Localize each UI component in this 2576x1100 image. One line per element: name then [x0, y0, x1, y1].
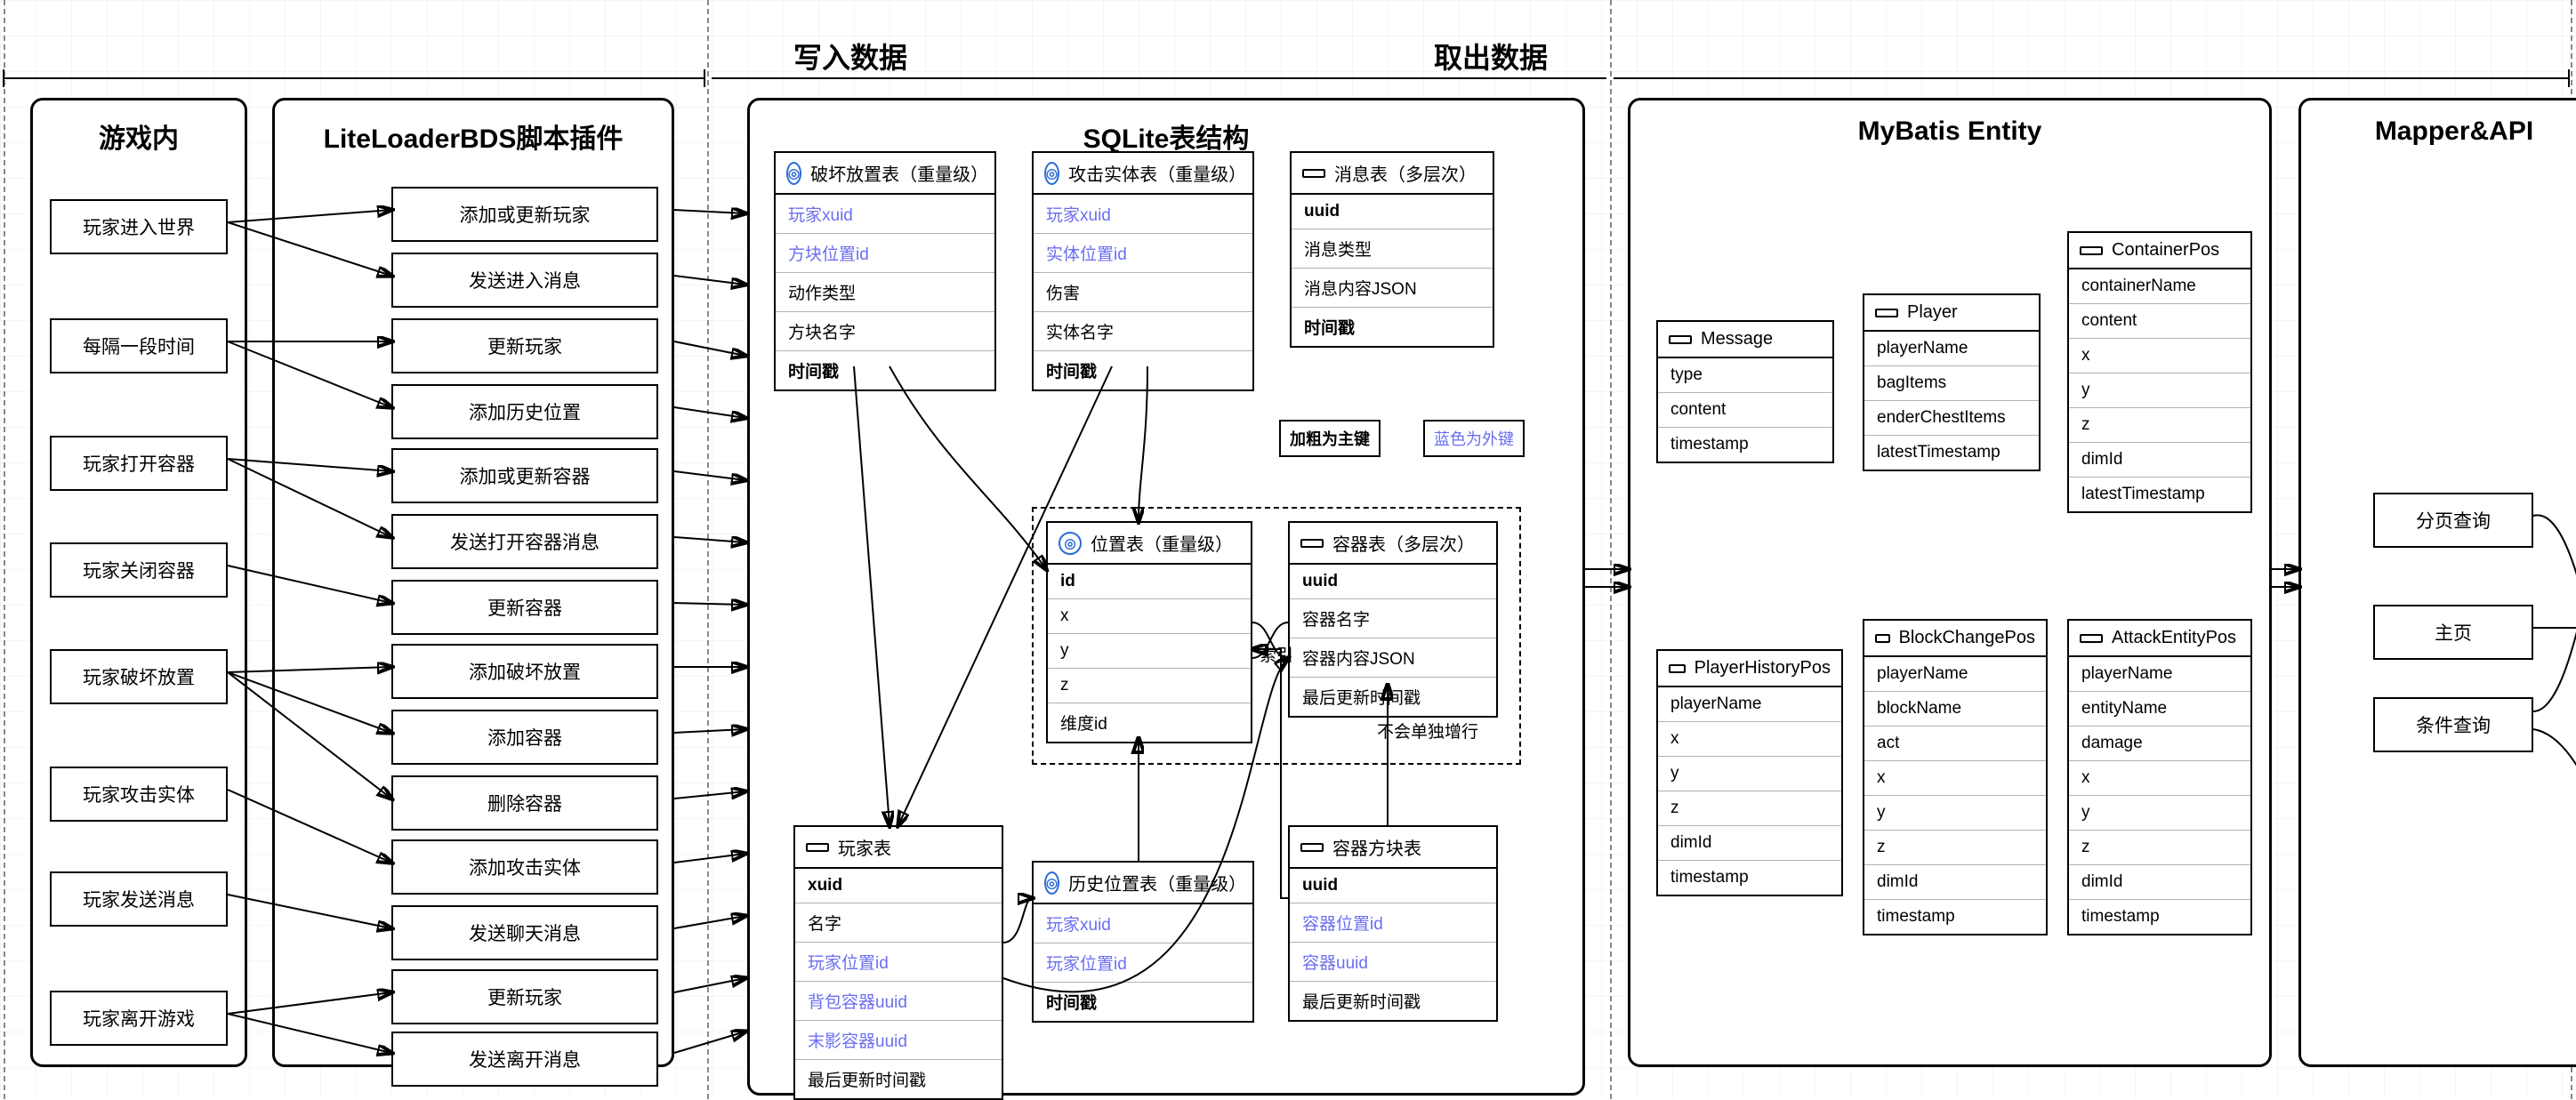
ent-block-change-pos[interactable]: BlockChangePos playerName blockName act …	[1863, 619, 2048, 935]
label-index: 索引	[1260, 642, 1293, 666]
tbl-break-place[interactable]: ◎破坏放置表（重量级） 玩家xuid 方块位置id 动作类型 方块名字 时间戳	[774, 151, 996, 391]
class-icon	[2080, 246, 2103, 255]
heading-read: 取出数据	[1434, 36, 1548, 76]
class-icon	[1669, 664, 1686, 673]
panel-mapper-title: Mapper&API	[2301, 100, 2576, 156]
tbl-container-block[interactable]: 容器方块表 uuid 容器位置id 容器uuid 最后更新时间戳	[1288, 825, 1498, 1022]
label-no-inc: 不会单独增行	[1377, 719, 1478, 743]
panel-plugin-title: LiteLoaderBDS脚本插件	[275, 100, 672, 165]
plugin-node-5[interactable]: 发送打开容器消息	[391, 514, 658, 569]
mapper-node-0[interactable]: 分页查询	[2373, 493, 2533, 548]
class-icon	[2080, 634, 2103, 643]
ruler-write	[707, 0, 709, 1099]
ent-message[interactable]: Message type content timestamp	[1656, 320, 1834, 463]
plugin-node-8[interactable]: 添加容器	[391, 710, 658, 765]
tbl-player[interactable]: 玩家表 xuid 名字 玩家位置id 背包容器uuid 末影容器uuid 最后更…	[793, 825, 1003, 1100]
class-icon	[806, 843, 829, 852]
game-node-6[interactable]: 玩家发送消息	[50, 871, 228, 927]
game-node-0[interactable]: 玩家进入世界	[50, 199, 228, 254]
heading-write: 写入数据	[793, 36, 907, 76]
tbl-position[interactable]: ◎位置表（重量级） id x y z 维度id	[1046, 521, 1252, 743]
class-icon	[1300, 843, 1324, 852]
panel-mybatis-title: MyBatis Entity	[1630, 100, 2269, 156]
db-icon: ◎	[1044, 162, 1059, 185]
class-icon	[1302, 169, 1325, 178]
db-icon: ◎	[786, 162, 801, 185]
mapper-node-2[interactable]: 条件查询	[2373, 697, 2533, 752]
game-node-5[interactable]: 玩家攻击实体	[50, 767, 228, 822]
plugin-node-4[interactable]: 添加或更新容器	[391, 448, 658, 503]
tbl-history-pos[interactable]: ◎历史位置表（重量级） 玩家xuid 玩家位置id 时间戳	[1032, 861, 1254, 1023]
ruler-read	[1610, 0, 1612, 1099]
panel-game-title: 游戏内	[33, 100, 245, 165]
db-icon: ◎	[1059, 532, 1082, 555]
ruler-left	[4, 0, 5, 1099]
plugin-node-9[interactable]: 删除容器	[391, 775, 658, 831]
plugin-node-10[interactable]: 添加攻击实体	[391, 839, 658, 895]
legend-pk: 加粗为主键	[1279, 420, 1381, 457]
game-node-2[interactable]: 玩家打开容器	[50, 436, 228, 491]
game-node-4[interactable]: 玩家破坏放置	[50, 649, 228, 704]
class-icon	[1875, 634, 1890, 643]
plugin-node-11[interactable]: 发送聊天消息	[391, 905, 658, 960]
ent-attack-entity-pos[interactable]: AttackEntityPos playerName entityName da…	[2067, 619, 2252, 935]
tbl-message[interactable]: 消息表（多层次） uuid 消息类型 消息内容JSON 时间戳	[1290, 151, 1494, 348]
plugin-node-2[interactable]: 更新玩家	[391, 318, 658, 373]
mapper-node-1[interactable]: 主页	[2373, 605, 2533, 660]
plugin-node-3[interactable]: 添加历史位置	[391, 384, 658, 439]
plugin-node-6[interactable]: 更新容器	[391, 580, 658, 635]
class-icon	[1875, 309, 1898, 317]
plugin-node-13[interactable]: 发送离开消息	[391, 1032, 658, 1087]
plugin-node-7[interactable]: 添加破坏放置	[391, 644, 658, 699]
panel-mapper: Mapper&API	[2298, 98, 2576, 1067]
tbl-container[interactable]: 容器表（多层次） uuid 容器名字 容器内容JSON 最后更新时间戳	[1288, 521, 1498, 718]
db-icon: ◎	[1044, 871, 1059, 895]
ent-player[interactable]: Player playerName bagItems enderChestIte…	[1863, 293, 2041, 471]
ent-player-history-pos[interactable]: PlayerHistoryPos playerName x y z dimId …	[1656, 649, 1843, 896]
game-node-3[interactable]: 玩家关闭容器	[50, 542, 228, 598]
plugin-node-12[interactable]: 更新玩家	[391, 969, 658, 1024]
game-node-7[interactable]: 玩家离开游戏	[50, 991, 228, 1046]
ent-container-pos[interactable]: ContainerPos containerName content x y z…	[2067, 231, 2252, 513]
class-icon	[1669, 335, 1692, 344]
game-node-1[interactable]: 每隔一段时间	[50, 318, 228, 373]
plugin-node-1[interactable]: 发送进入消息	[391, 253, 658, 308]
class-icon	[1300, 539, 1324, 548]
plugin-node-0[interactable]: 添加或更新玩家	[391, 187, 658, 242]
tbl-attack-entity[interactable]: ◎攻击实体表（重量级） 玩家xuid 实体位置id 伤害 实体名字 时间戳	[1032, 151, 1254, 391]
legend-fk: 蓝色为外键	[1423, 420, 1525, 457]
